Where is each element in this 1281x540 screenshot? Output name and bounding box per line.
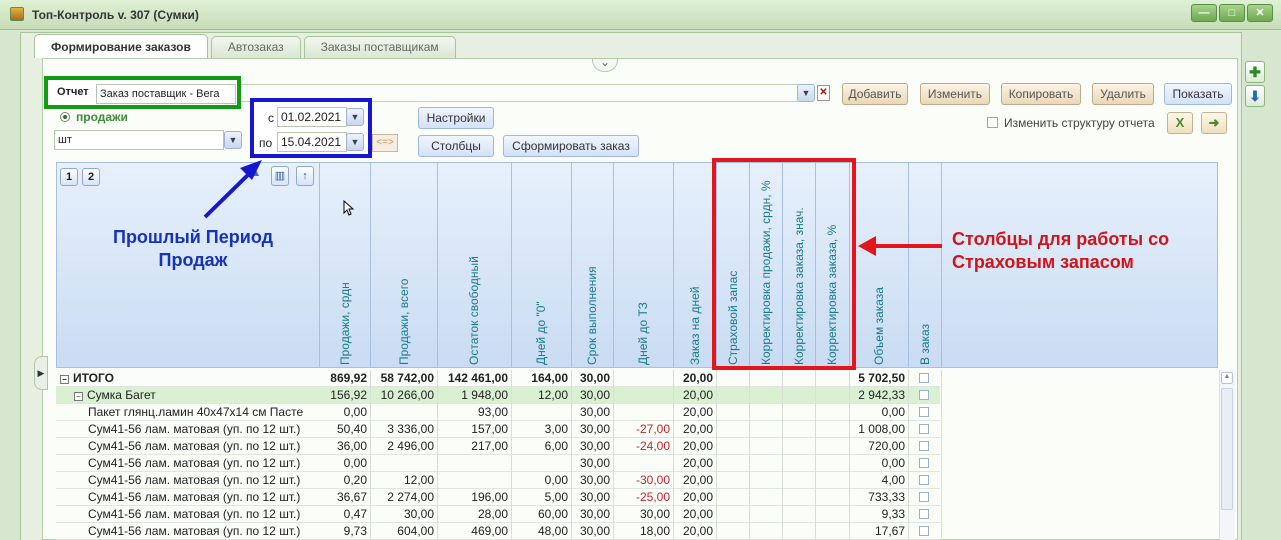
- red-arrow-head: [858, 236, 876, 256]
- annotation-arrows: [203, 160, 942, 256]
- mouse-cursor-icon: [343, 200, 354, 216]
